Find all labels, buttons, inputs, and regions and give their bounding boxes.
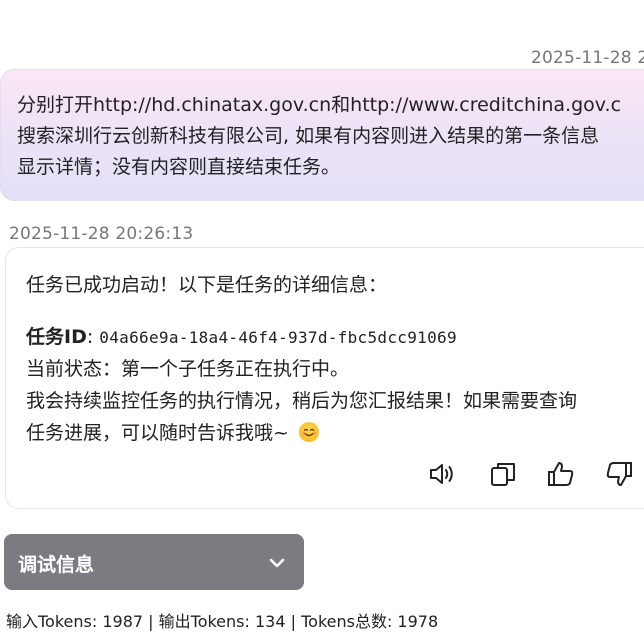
speaker-icon[interactable] — [426, 459, 456, 489]
input-tokens: 输入Tokens: 1987 | — [6, 612, 154, 631]
chevron-down-icon[interactable] — [266, 552, 288, 574]
debug-info-panel[interactable]: 调试信息 — [4, 534, 304, 590]
user-message-timestamp: 2025-11-28 20 — [531, 48, 644, 68]
task-id-value: 04a66e9a-18a4-46f4-937d-fbc5dcc91069 — [99, 328, 457, 347]
token-stats: 输入Tokens: 1987 | 输出Tokens: 134 | Tokens总… — [6, 608, 438, 632]
copy-icon[interactable] — [488, 459, 518, 489]
task-id-row: 任务ID: 04a66e9a-18a4-46f4-937d-fbc5dcc910… — [26, 322, 457, 349]
thumbs-down-icon[interactable] — [604, 459, 634, 489]
ai-intro-text: 任务已成功启动！以下是任务的详细信息： — [26, 274, 388, 296]
task-id-label: 任务ID — [26, 326, 87, 348]
user-message-line: 分别打开http://hd.chinatax.gov.cn和http://www… — [17, 94, 622, 116]
user-message-line: 搜索深圳行云创新科技有限公司, 如果有内容则进入结果的第一条信息 — [17, 125, 600, 147]
task-id-colon: : — [86, 326, 100, 348]
debug-info-label: 调试信息 — [18, 554, 95, 576]
progress-text-row: 任务进展，可以随时告诉我哦~ — [26, 418, 319, 445]
monitor-text: 我会持续监控任务的执行情况，稍后为您汇报结果！如果需要查询 — [26, 390, 578, 412]
smiling-face-emoji-icon — [298, 422, 319, 442]
task-status-text: 当前状态：第一个子任务正在执行中。 — [26, 358, 350, 380]
output-tokens: 输出Tokens: 134 | — [158, 612, 296, 631]
ai-message-card: 任务已成功启动！以下是任务的详细信息： 任务ID: 04a66e9a-18a4-… — [5, 247, 644, 509]
thumbs-up-icon[interactable] — [546, 459, 576, 489]
total-tokens: Tokens总数: 1978 — [301, 612, 439, 631]
user-message-line: 显示详情；没有内容则直接结束任务。 — [17, 156, 341, 178]
ai-message-timestamp: 2025-11-28 20:26:13 — [9, 224, 194, 244]
user-message-text: 分别打开http://hd.chinatax.gov.cn和http://www… — [17, 90, 644, 183]
progress-text: 任务进展，可以随时告诉我哦~ — [26, 422, 289, 444]
user-message-bubble: 分别打开http://hd.chinatax.gov.cn和http://www… — [0, 69, 644, 201]
